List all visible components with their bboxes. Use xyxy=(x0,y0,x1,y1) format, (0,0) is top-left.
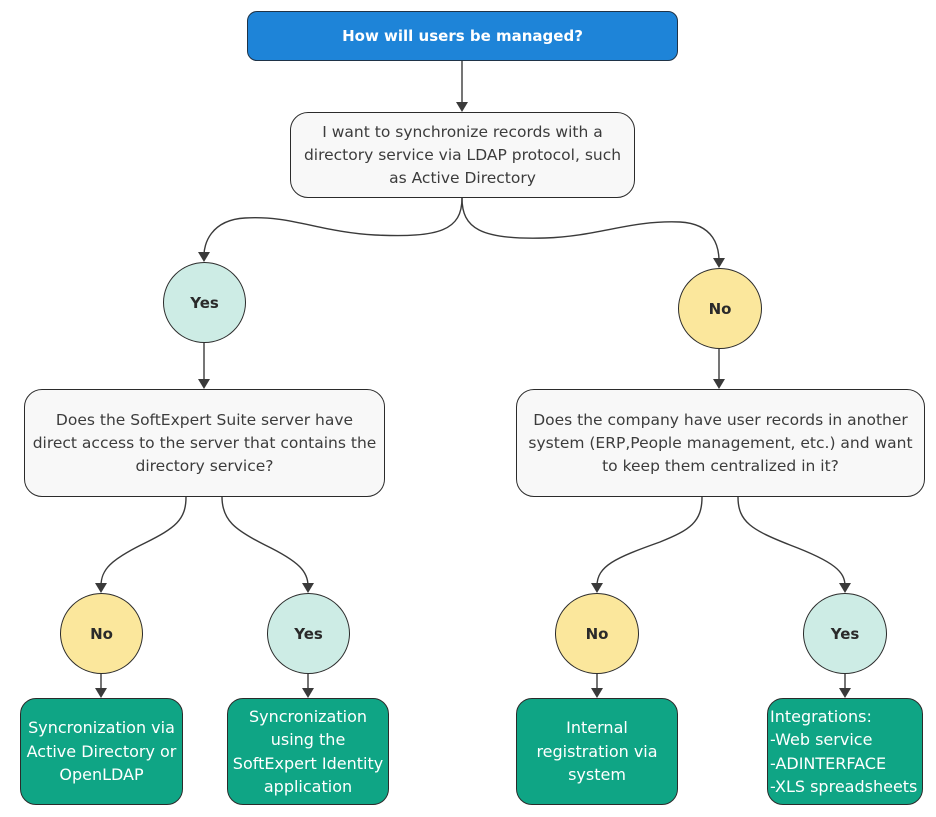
ldap-access-question-node[interactable]: Does the SoftExpert Suite server have di… xyxy=(24,389,385,497)
arrowhead-icon xyxy=(95,688,107,698)
outcome-integrations-node[interactable]: Integrations: -Web service -ADINTERFACE … xyxy=(767,698,923,805)
ldap-access-question-text: Does the SoftExpert Suite server have di… xyxy=(32,410,377,475)
outcome-internal-registration-node[interactable]: Internal registration via system xyxy=(516,698,678,805)
outcome-identity-app-text: Syncronization using the SoftExpert Iden… xyxy=(232,706,384,797)
connector-left-q-to-yes xyxy=(221,496,309,587)
system-yes-circle[interactable]: Yes xyxy=(803,593,887,674)
system-no-label: No xyxy=(585,624,609,643)
title-node[interactable]: How will users be managed? xyxy=(247,11,678,61)
connector-root-to-no xyxy=(461,197,720,262)
branch-no-circle[interactable]: No xyxy=(678,268,762,349)
other-system-question-node[interactable]: Does the company have user records in an… xyxy=(516,389,925,497)
outcome-integrations-text: Integrations: -Web service -ADINTERFACE … xyxy=(770,706,918,797)
ldap-no-label: No xyxy=(90,624,113,643)
outcome-internal-registration-text: Internal registration via system xyxy=(536,718,658,785)
arrowhead-icon xyxy=(302,583,314,593)
title-text: How will users be managed? xyxy=(342,27,583,45)
arrowhead-icon xyxy=(302,688,314,698)
arrowhead-icon xyxy=(95,583,107,593)
arrowhead-icon xyxy=(591,583,603,593)
branch-yes-label: Yes xyxy=(190,293,219,312)
connector-right-q-to-no xyxy=(596,496,703,587)
branch-yes-circle[interactable]: Yes xyxy=(163,262,246,343)
ldap-yes-label: Yes xyxy=(294,624,323,643)
system-no-circle[interactable]: No xyxy=(555,593,639,674)
branch-no-label: No xyxy=(708,299,732,318)
arrowhead-icon xyxy=(839,583,851,593)
outcome-ad-openldap-text: Syncronization via Active Directory or O… xyxy=(26,718,177,785)
other-system-question-text: Does the company have user records in an… xyxy=(528,410,913,475)
arrowhead-icon xyxy=(198,379,210,389)
ldap-yes-circle[interactable]: Yes xyxy=(267,593,350,674)
arrowhead-icon xyxy=(591,688,603,698)
connector-left-q-to-no xyxy=(100,496,187,587)
system-yes-label: Yes xyxy=(830,624,860,643)
arrowhead-icon xyxy=(198,252,210,262)
arrowhead-icon xyxy=(456,102,468,112)
arrowhead-icon xyxy=(713,379,725,389)
arrowhead-icon xyxy=(713,258,725,268)
connector-right-q-to-yes xyxy=(737,496,846,587)
root-question-node[interactable]: I want to synchronize records with a dir… xyxy=(290,112,635,198)
outcome-identity-app-node[interactable]: Syncronization using the SoftExpert Iden… xyxy=(227,698,389,805)
root-question-text: I want to synchronize records with a dir… xyxy=(303,122,622,187)
arrowhead-icon xyxy=(839,688,851,698)
ldap-no-circle[interactable]: No xyxy=(60,593,143,674)
connector-root-to-yes xyxy=(203,197,463,256)
outcome-ad-openldap-node[interactable]: Syncronization via Active Directory or O… xyxy=(20,698,183,805)
